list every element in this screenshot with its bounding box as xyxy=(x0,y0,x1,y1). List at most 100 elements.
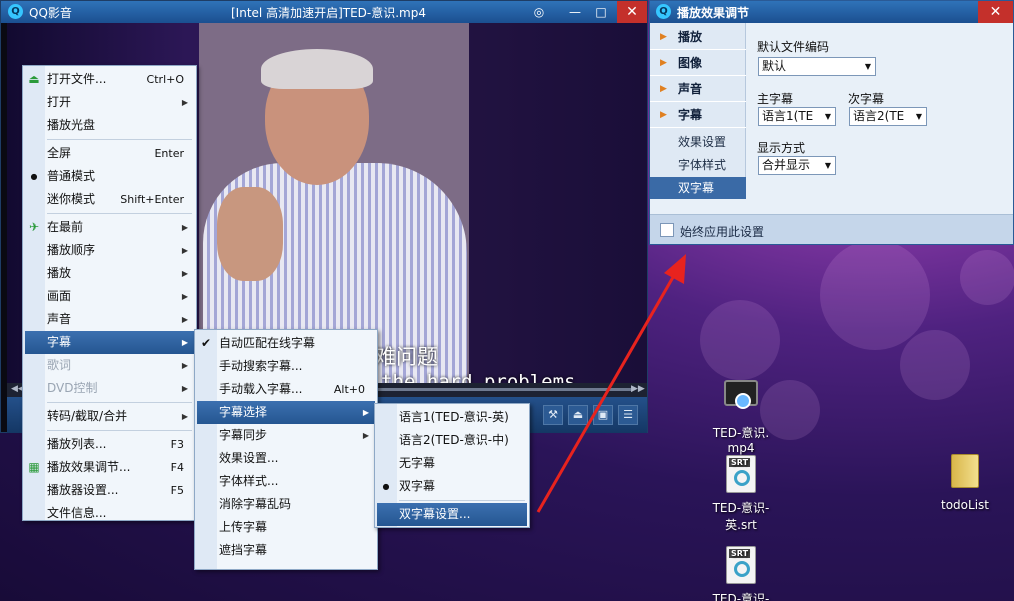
menu-item[interactable]: 播放顺序 ▶ xyxy=(25,239,194,262)
close-icon[interactable]: ✕ xyxy=(617,1,647,23)
menu-item[interactable]: ⏏ 打开文件... Ctrl+O xyxy=(25,68,194,91)
nav-label: 字幕 xyxy=(678,108,703,122)
menu-item[interactable]: 转码/截取/合并 ▶ xyxy=(25,405,194,428)
menu-item[interactable]: 语言2(TED-意识-中) xyxy=(377,429,527,452)
settings-nav-item[interactable]: 字体样式 xyxy=(650,154,746,176)
menu-item[interactable]: ● 双字幕 xyxy=(377,475,527,498)
chevron-right-icon: ▶ xyxy=(181,384,188,393)
menu-item[interactable]: 字幕 ▶ xyxy=(25,331,194,354)
chevron-down-icon: ▼ xyxy=(824,161,831,170)
menu-item[interactable]: 消除字幕乱码 xyxy=(197,493,375,516)
menu-item-shortcut: F5 xyxy=(170,484,184,497)
bullet-icon: ● xyxy=(382,482,390,491)
maximize-icon[interactable]: □ xyxy=(591,3,611,21)
menu-item-label: 转码/截取/合并 xyxy=(47,409,128,423)
menu-item[interactable]: 遮挡字幕 xyxy=(197,539,375,562)
desktop-icon-video[interactable]: TED-意识. mp4 xyxy=(711,374,771,455)
minimize-icon[interactable]: — xyxy=(565,3,585,21)
menu-item-label: 打开文件... xyxy=(47,72,107,86)
menu-item[interactable]: 全屏 Enter xyxy=(25,142,194,165)
bullet-icon: ● xyxy=(30,172,38,181)
default-encoding-label: 默认文件编码 xyxy=(757,40,830,54)
menu-item[interactable]: 手动搜索字幕... xyxy=(197,355,375,378)
menu-item: DVD控制 ▶ xyxy=(25,377,194,400)
menu-item[interactable]: 文件信息... xyxy=(25,502,194,525)
menu-item[interactable]: 字体样式... xyxy=(197,470,375,493)
menu-item[interactable]: 打开 ▶ xyxy=(25,91,194,114)
menu-item[interactable]: 手动载入字幕... Alt+0 xyxy=(197,378,375,401)
second-subtitle-select[interactable]: 语言2(TE ▼ xyxy=(849,107,927,126)
settings-nav: ▶ 播放 ▶ 图像 ▶ 声音 ▶ 字幕效果设置字体样式双字幕 xyxy=(650,23,746,199)
srt-file-icon: SRT xyxy=(724,546,758,586)
menu-item-shortcut: Shift+Enter xyxy=(120,193,184,206)
menu-item[interactable]: ▦ 播放效果调节... F4 xyxy=(25,456,194,479)
settings-nav-category[interactable]: ▶ 图像 xyxy=(650,51,746,76)
menu-item[interactable]: 字幕选择 ▶ xyxy=(197,401,375,424)
chevron-down-icon: ▼ xyxy=(824,112,831,121)
settings-nav-item[interactable]: 效果设置 xyxy=(650,131,746,153)
chevron-right-icon: ▶ xyxy=(181,269,188,278)
nav-label: 字体样式 xyxy=(678,158,727,172)
chevron-right-icon: ▶ xyxy=(181,412,188,421)
menu-item[interactable]: 声音 ▶ xyxy=(25,308,194,331)
menu-item-label: 双字幕 xyxy=(399,479,436,493)
display-mode-select[interactable]: 合并显示 ▼ xyxy=(758,156,836,175)
display-mode-label: 显示方式 xyxy=(757,141,806,155)
menu-separator xyxy=(399,500,525,501)
menu-item-shortcut: Alt+0 xyxy=(333,383,365,396)
menu-item[interactable]: 画面 ▶ xyxy=(25,285,194,308)
menu-item-label: 上传字幕 xyxy=(219,520,268,534)
menu-item[interactable]: ✈ 在最前 ▶ xyxy=(25,216,194,239)
menu-item-shortcut: F3 xyxy=(170,438,184,451)
always-apply-checkbox[interactable] xyxy=(660,223,674,237)
menu-item[interactable]: ✔ 自动匹配在线字幕 xyxy=(197,332,375,355)
menu-item-label: 字幕 xyxy=(47,335,72,349)
triangle-icon: ▶ xyxy=(660,32,667,42)
menu-item-label: 全屏 xyxy=(47,146,72,160)
settings-nav-category[interactable]: ▶ 声音 xyxy=(650,77,746,102)
menu-separator xyxy=(47,213,192,214)
menu-item-label: 消除字幕乱码 xyxy=(219,497,292,511)
chat-icon[interactable]: ◎ xyxy=(529,3,549,21)
menu-item-label: 画面 xyxy=(47,289,72,303)
settings-nav-category[interactable]: ▶ 字幕 xyxy=(650,103,746,128)
menu-item: 歌词 ▶ xyxy=(25,354,194,377)
menu-item[interactable]: 语言1(TED-意识-英) xyxy=(377,406,527,429)
menu-item[interactable]: 播放 ▶ xyxy=(25,262,194,285)
menu-separator xyxy=(47,402,192,403)
desktop-icon-srt-zh[interactable]: SRT TED-意识- xyxy=(711,546,771,601)
chevron-down-icon: ▼ xyxy=(915,112,922,121)
chevron-right-icon: ▶ xyxy=(362,408,369,417)
settings-nav-item[interactable]: 双字幕 xyxy=(650,177,746,199)
chevron-right-icon: ▶ xyxy=(181,246,188,255)
subtitle-select-submenu: 语言1(TED-意识-英) 语言2(TED-意识-中) 无字幕 ● 双字幕双字幕设置..… xyxy=(374,403,530,528)
close-icon[interactable]: ✕ xyxy=(978,1,1013,23)
select-value: 合并显示 xyxy=(762,158,811,172)
menu-item[interactable]: 播放列表... F3 xyxy=(25,433,194,456)
menu-item[interactable]: 上传字幕 xyxy=(197,516,375,539)
menu-item-label: 声音 xyxy=(47,312,72,326)
menu-item[interactable]: 播放光盘 xyxy=(25,114,194,137)
video-file-icon xyxy=(724,380,758,420)
default-encoding-select[interactable]: 默认 ▼ xyxy=(758,57,876,76)
triangle-icon: ▶ xyxy=(660,58,667,68)
menu-item[interactable]: 无字幕 xyxy=(377,452,527,475)
menu-item[interactable]: 播放器设置... F5 xyxy=(25,479,194,502)
chevron-down-icon: ▼ xyxy=(864,62,871,71)
menu-item-label: 歌词 xyxy=(47,358,72,372)
menu-item[interactable]: 双字幕设置... xyxy=(377,503,527,526)
menu-item-label: 手动搜索字幕... xyxy=(219,359,303,373)
chevron-right-icon: ▶ xyxy=(181,361,188,370)
settings-titlebar[interactable]: Q 播放效果调节 ✕ xyxy=(650,1,1013,23)
desktop-icon-folder[interactable]: todoList xyxy=(935,454,995,512)
main-subtitle-select[interactable]: 语言1(TE ▼ xyxy=(758,107,836,126)
settings-nav-category[interactable]: ▶ 播放 xyxy=(650,25,746,50)
menu-item[interactable]: 字幕同步 ▶ xyxy=(197,424,375,447)
menu-item[interactable]: 迷你模式 Shift+Enter xyxy=(25,188,194,211)
desktop-icon-srt-en[interactable]: SRT TED-意识- 英.srt xyxy=(711,455,771,533)
player-titlebar[interactable]: Q QQ影音 [Intel 高清加速开启]TED-意识.mp4 ◎ — □ ✕ xyxy=(1,1,647,23)
triangle-icon: ▶ xyxy=(660,110,667,120)
menu-item-label: 字幕同步 xyxy=(219,428,268,442)
menu-item[interactable]: 效果设置... xyxy=(197,447,375,470)
menu-item[interactable]: ● 普通模式 xyxy=(25,165,194,188)
